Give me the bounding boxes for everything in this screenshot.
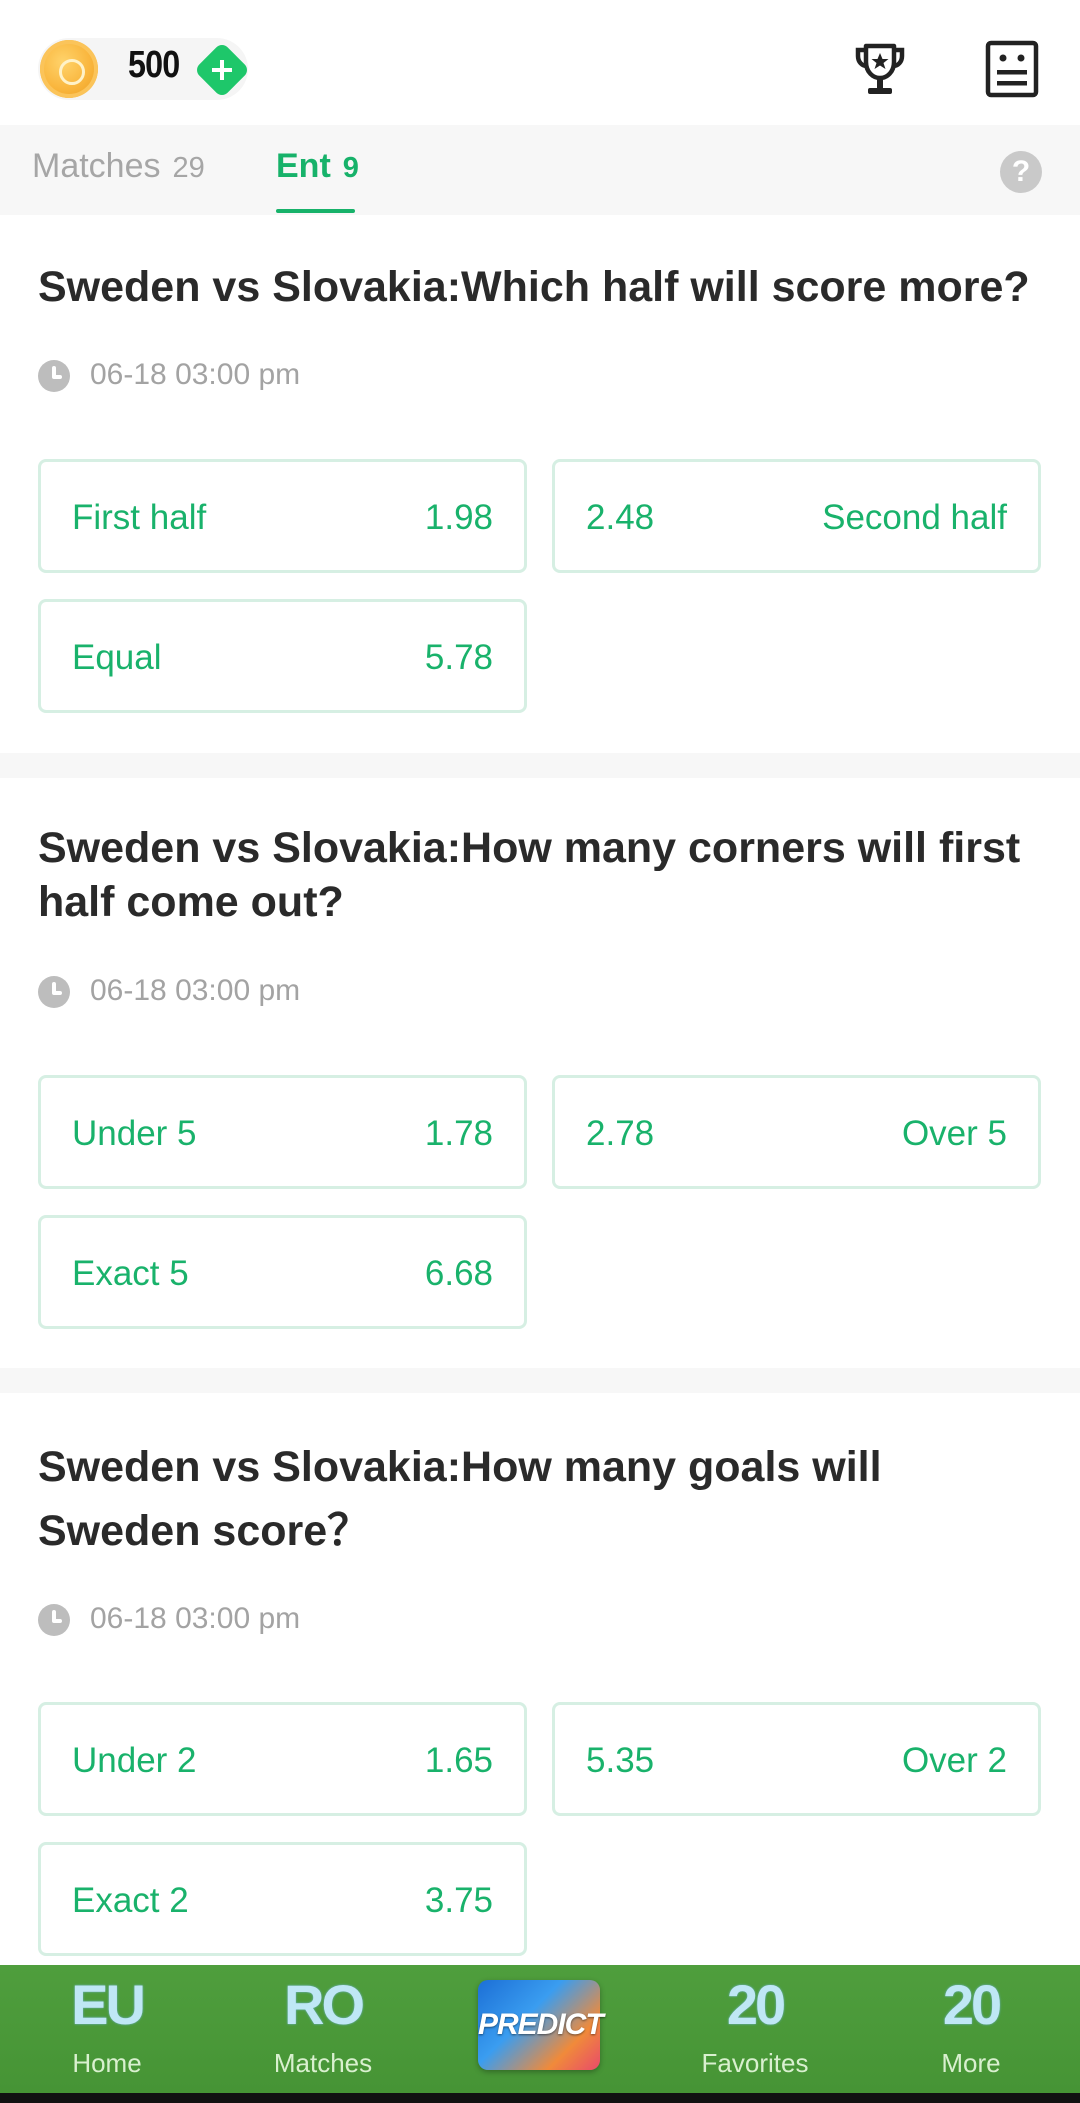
category-tabs: Matches 29 Ent 9 ? xyxy=(0,125,1080,215)
trophy-icon[interactable] xyxy=(850,40,910,100)
system-navigation-bar xyxy=(0,2093,1080,2103)
nav-home[interactable]: EU Home xyxy=(27,1965,187,2093)
option-odds: 6.68 xyxy=(424,1254,493,1293)
option-odds: 1.78 xyxy=(424,1114,493,1153)
option-label: Exact 2 xyxy=(72,1881,189,1920)
favorites-icon: 20 xyxy=(726,1973,786,2036)
tab-ent[interactable]: Ent 9 xyxy=(276,147,359,186)
option-button[interactable]: 2.78 Over 5 xyxy=(552,1075,1041,1189)
tab-ent-label: Ent xyxy=(276,147,331,185)
section-divider xyxy=(0,1368,1080,1393)
question-time-text: 06-18 03:00 pm xyxy=(90,974,301,1007)
option-odds: 1.65 xyxy=(424,1741,493,1780)
question-title: Sweden vs Slovakia:Which half will score… xyxy=(38,263,1030,311)
option-odds: 2.48 xyxy=(586,498,655,537)
option-label: Over 2 xyxy=(901,1741,1007,1780)
option-odds: 1.98 xyxy=(424,498,493,537)
top-header: 500 xyxy=(0,0,1080,125)
section-divider xyxy=(0,753,1080,778)
option-label: First half xyxy=(72,498,207,537)
nav-matches[interactable]: RO Matches xyxy=(243,1965,403,2093)
question-time-text: 06-18 03:00 pm xyxy=(90,358,301,391)
more-icon: 20 xyxy=(942,1973,1002,2036)
option-odds: 2.78 xyxy=(586,1114,655,1153)
question-card: Sweden vs Slovakia:Which half will score… xyxy=(0,215,1080,753)
nav-more-label: More xyxy=(941,2048,1001,2078)
matches-icon: RO xyxy=(284,1973,365,2036)
tab-ent-count: 9 xyxy=(342,152,359,184)
option-odds: 5.78 xyxy=(424,638,493,677)
question-time-text: 06-18 03:00 pm xyxy=(90,1602,301,1635)
active-tab-indicator xyxy=(276,209,355,213)
nav-favorites-label: Favorites xyxy=(701,2048,809,2078)
help-icon[interactable]: ? xyxy=(1000,151,1042,193)
option-button[interactable]: Exact 2 3.75 xyxy=(38,1842,527,1956)
question-title: Sweden vs Slovakia:How many corners will… xyxy=(38,824,1021,926)
option-label: Equal xyxy=(72,638,162,677)
nav-favorites[interactable]: 20 Favorites xyxy=(675,1965,835,2093)
option-odds: 5.35 xyxy=(586,1741,655,1780)
tab-matches-count: 29 xyxy=(172,152,205,184)
option-button[interactable]: 5.35 Over 2 xyxy=(552,1702,1041,1816)
option-odds: 3.75 xyxy=(424,1881,493,1920)
coin-icon xyxy=(40,40,98,98)
option-label: Under 5 xyxy=(72,1114,197,1153)
option-label: Over 5 xyxy=(901,1114,1007,1153)
tab-matches[interactable]: Matches 29 xyxy=(32,147,205,186)
tab-matches-label: Matches xyxy=(32,147,161,185)
question-title: Sweden vs Slovakia:How many goals will S… xyxy=(38,1443,882,1555)
home-icon: EU xyxy=(71,1973,146,2036)
option-button[interactable]: Exact 5 6.68 xyxy=(38,1215,527,1329)
option-button[interactable]: Equal 5.78 xyxy=(38,599,527,713)
nav-more[interactable]: 20 More xyxy=(891,1965,1051,2093)
records-icon[interactable] xyxy=(985,40,1039,98)
option-label: Exact 5 xyxy=(72,1254,189,1293)
nav-matches-label: Matches xyxy=(273,2048,373,2078)
predict-logo-text: PREDICT xyxy=(478,2008,604,2041)
coin-balance: 500 xyxy=(128,44,180,86)
clock-icon xyxy=(38,976,70,1008)
question-card: Sweden vs Slovakia:How many corners will… xyxy=(0,778,1080,1368)
option-button[interactable]: First half 1.98 xyxy=(38,459,527,573)
clock-icon xyxy=(38,1604,70,1636)
option-button[interactable]: Under 5 1.78 xyxy=(38,1075,527,1189)
nav-predict-button[interactable]: PREDICT xyxy=(478,1980,604,2070)
clock-icon xyxy=(38,360,70,392)
nav-home-label: Home xyxy=(72,2048,142,2078)
question-card: Sweden vs Slovakia:How many goals will S… xyxy=(0,1393,1080,1965)
option-button[interactable]: 2.48 Second half xyxy=(552,459,1041,573)
option-button[interactable]: Under 2 1.65 xyxy=(38,1702,527,1816)
option-label: Second half xyxy=(822,498,1007,537)
option-label: Under 2 xyxy=(72,1741,197,1780)
